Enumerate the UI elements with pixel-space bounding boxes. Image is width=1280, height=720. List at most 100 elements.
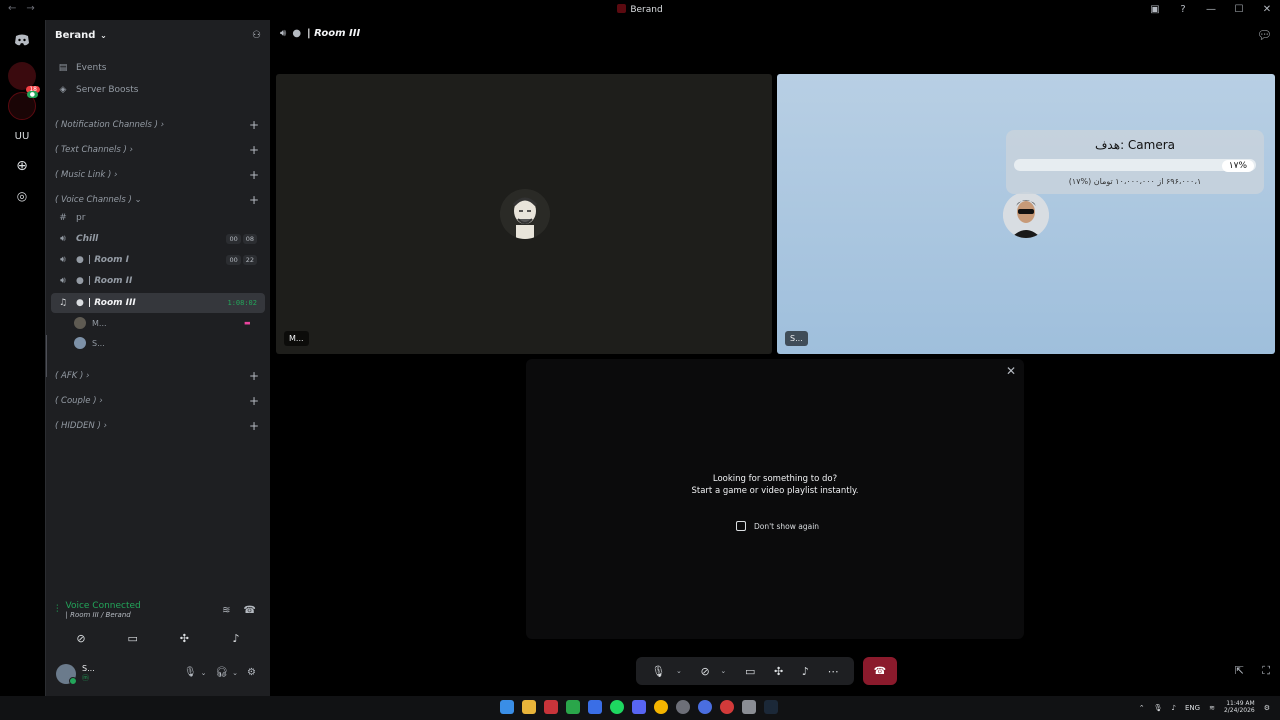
app-icon[interactable] [676, 700, 690, 714]
close-window-button[interactable]: ✕ [1260, 2, 1274, 16]
chat-bubble-icon: ● [292, 28, 302, 39]
category-hidden[interactable]: ( HIDDEN ) › + [51, 416, 265, 436]
discover-icon[interactable]: ◎ [8, 182, 36, 210]
server-icon-berand[interactable]: ● [8, 91, 38, 120]
category-text-channels[interactable]: ( Text Channels ) › + [51, 140, 265, 160]
noise-suppression-icon[interactable]: ≋ [222, 605, 230, 616]
app-icon[interactable] [566, 700, 580, 714]
camera-off-icon[interactable]: ⊘ [701, 665, 710, 678]
chevron-down-icon[interactable]: ⌄ [676, 667, 682, 675]
plus-icon[interactable]: + [249, 168, 259, 182]
avatar[interactable] [56, 664, 77, 685]
app-icon[interactable] [544, 700, 558, 714]
fullscreen-icon[interactable]: ⛶ [1262, 664, 1270, 678]
calendar-icon: ▤ [58, 63, 68, 73]
chat-icon[interactable]: 💬︎ [1257, 28, 1272, 42]
goal-progress-bar: ١٧% [1014, 159, 1256, 172]
screen-share-button[interactable]: ▭ [108, 627, 158, 649]
voice-status: ⫶ Voice Connected | Room III / Berand [56, 601, 141, 619]
gear-icon[interactable]: ⚙ [247, 667, 256, 678]
camera-off-button[interactable]: ⊘ [56, 627, 106, 649]
voice-connection-panel: ⫶ Voice Connected | Room III / Berand ≋ … [51, 598, 266, 688]
chat-bubble-icon: ● [76, 298, 84, 308]
video-tile[interactable]: هدف: Camera ١٧% ١،۶۹۶،۰۰۰ از ١٠،٠٠٠،٠٠٠ … [777, 74, 1275, 354]
avatar [1003, 192, 1049, 238]
app-icon[interactable] [742, 700, 756, 714]
invite-icon[interactable]: ⚇ [252, 30, 261, 41]
clock[interactable]: 11:49 AM 2/24/2026 [1224, 700, 1255, 714]
maximize-button[interactable]: ☐ [1232, 2, 1246, 16]
leave-call-button[interactable]: ☎ [863, 657, 897, 685]
voice-member[interactable]: M... ▬ [74, 314, 251, 332]
headphones-icon[interactable]: 🎧︎ [215, 667, 228, 678]
more-icon[interactable]: ⋯ [828, 665, 839, 678]
streaming-icon: ▬ [244, 319, 251, 327]
voice-member[interactable]: S... [74, 334, 105, 352]
server-icon[interactable]: 18 [8, 62, 40, 93]
video-tile[interactable]: M... [276, 74, 772, 354]
spotify-icon[interactable] [610, 700, 624, 714]
server-boosts-item[interactable]: ◈ Server Boosts [51, 80, 265, 100]
disconnect-icon[interactable]: ☎ [244, 605, 256, 616]
activities-icon[interactable]: ✣ [774, 665, 783, 678]
soundboard-icon[interactable]: ♪ [802, 665, 809, 678]
activities-button[interactable]: ✣ [159, 627, 209, 649]
category-afk[interactable]: ( AFK ) › + [51, 366, 265, 386]
plus-icon[interactable]: + [249, 394, 259, 408]
steam-icon[interactable] [764, 700, 778, 714]
chevron-down-icon[interactable]: ⌄ [201, 669, 207, 677]
server-icon-uu[interactable]: UU [8, 122, 36, 150]
chrome-icon[interactable] [654, 700, 668, 714]
category-music-link[interactable]: ( Music Link ) › + [51, 165, 265, 185]
category-notification-channels[interactable]: ( Notification Channels ) › + [51, 115, 265, 135]
app-icon[interactable] [588, 700, 602, 714]
minimize-button[interactable]: — [1204, 2, 1218, 16]
discord-icon[interactable] [632, 700, 646, 714]
discord-home-icon[interactable] [8, 26, 36, 54]
plus-icon[interactable]: + [249, 118, 259, 132]
chevron-down-icon[interactable]: ⌄ [232, 669, 238, 677]
gear-icon[interactable]: ⚙ [1264, 704, 1270, 712]
disconnect-icon: ☎ [873, 665, 887, 677]
channel-room-i[interactable]: 🔊︎ ● | Room I 00 22 [51, 250, 265, 270]
channel-pr[interactable]: # pr [51, 208, 265, 228]
microphone-icon[interactable]: 🎙︎ [184, 667, 197, 678]
dont-show-again-checkbox[interactable]: Don't show again [736, 521, 819, 531]
events-item[interactable]: ▤ Events [51, 58, 265, 78]
plus-icon[interactable]: + [249, 143, 259, 157]
plus-icon[interactable]: + [249, 419, 259, 433]
speaker-icon: 🔊︎ [60, 276, 66, 286]
soundboard-button[interactable]: ♪ [211, 627, 261, 649]
start-icon[interactable] [500, 700, 514, 714]
chevron-down-icon[interactable]: ⌄ [720, 667, 726, 675]
help-icon[interactable]: ? [1176, 2, 1190, 16]
volume-icon[interactable]: ♪ [1172, 704, 1176, 712]
close-icon[interactable]: ✕ [1006, 364, 1016, 378]
category-couple[interactable]: ( Couple ) › + [51, 391, 265, 411]
channel-room-ii[interactable]: 🔊︎ ● | Room II [51, 271, 265, 291]
channel-sidebar: Berand ⌄ ⚇ ▤ Events ◈ Server Boosts ( Noti… [45, 20, 270, 696]
channel-chill[interactable]: 🔊︎ Chill 00 08 [51, 229, 265, 249]
wifi-icon[interactable]: ≋ [1209, 704, 1215, 712]
category-voice-channels[interactable]: ( Voice Channels ) ⌄ + [51, 190, 265, 210]
speaker-icon: 🔊︎ [60, 234, 66, 244]
microphone-icon[interactable]: 🎙︎ [1154, 704, 1163, 712]
file-explorer-icon[interactable] [522, 700, 536, 714]
plus-icon[interactable]: + [249, 369, 259, 383]
plus-icon[interactable]: + [249, 193, 259, 207]
chevron-up-icon[interactable]: ⌃ [1139, 704, 1145, 712]
os-taskbar: ⌃ 🎙︎ ♪ ENG ≋ 11:49 AM 2/24/2026 ⚙ [0, 696, 1280, 720]
user-controls: 🎙︎ ⌄ 🎧︎ ⌄ ⚙ [184, 667, 256, 678]
add-server-icon[interactable]: ⊕ [8, 152, 36, 180]
screen-share-icon[interactable]: ▭ [745, 665, 755, 678]
chevron-down-icon: ⌄ [97, 30, 107, 40]
app-icon[interactable] [698, 700, 712, 714]
checkbox-icon[interactable] [736, 521, 746, 531]
pop-out-icon[interactable]: ⇱ [1235, 664, 1244, 677]
app-icon[interactable] [720, 700, 734, 714]
inbox-icon[interactable]: ▣ [1148, 2, 1162, 16]
server-header[interactable]: Berand ⌄ ⚇ [46, 20, 270, 50]
boost-icon: ◈ [59, 85, 67, 95]
channel-room-iii[interactable]: ♫ ● | Room III 1:08:02 [51, 293, 265, 313]
microphone-icon[interactable]: 🎙︎ [651, 665, 665, 678]
